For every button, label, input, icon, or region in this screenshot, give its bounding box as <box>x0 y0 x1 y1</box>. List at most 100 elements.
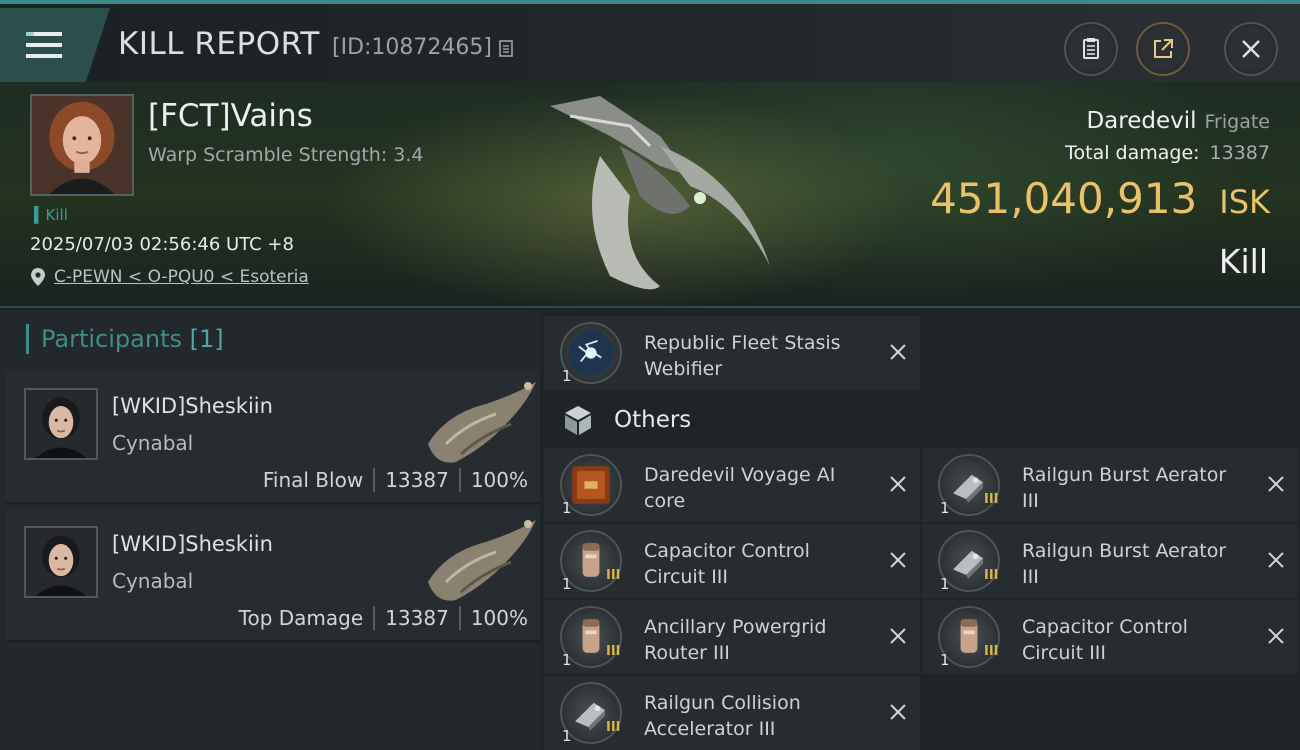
kill-tag-label: Kill <box>45 206 68 224</box>
item-name: Railgun Collision Accelerator III <box>644 692 801 740</box>
destroyed-icon <box>890 704 906 720</box>
total-damage-label: Total damage: <box>1065 142 1200 164</box>
divider <box>458 468 461 492</box>
meta-level-badge: III <box>984 492 999 507</box>
item-row[interactable]: 1 III Railgun Collision Accelerator III <box>544 676 920 750</box>
kill-timestamp: 2025/07/03 02:56:46 UTC +8 <box>30 234 294 255</box>
participants-header: Participants [1] <box>26 324 224 354</box>
participant-row[interactable]: [WKID]Sheskiin Cynabal Top Damage 13387 … <box>6 508 540 642</box>
participant-ship: Cynabal <box>112 431 194 455</box>
isk-unit: ISK <box>1219 183 1270 221</box>
ship-name[interactable]: Daredevil <box>1086 108 1196 134</box>
participant-role: Final Blow <box>262 468 364 492</box>
meta-level-badge: III <box>606 720 621 735</box>
participant-stats: Top Damage 13387 100% <box>239 606 528 630</box>
participant-percent: 100% <box>470 606 528 630</box>
item-quantity: 1 <box>562 727 572 745</box>
destroyed-icon <box>1268 628 1284 644</box>
item-row[interactable]: 1 Daredevil Voyage AI core <box>544 448 920 522</box>
warp-scramble-strength: Warp Scramble Strength: 3.4 <box>148 144 424 166</box>
item-row[interactable]: 1 III Railgun Burst Aerator III <box>922 524 1298 598</box>
item-row[interactable]: 1 III Capacitor Control Circuit III <box>544 524 920 598</box>
participant-name[interactable]: [WKID]Sheskiin <box>112 532 273 556</box>
total-damage-value: 13387 <box>1209 142 1270 164</box>
item-name: Railgun Burst Aerator III <box>1022 540 1227 588</box>
item-row[interactable]: 1 III Capacitor Control Circuit III <box>922 600 1298 674</box>
others-label: Others <box>614 407 692 433</box>
top-bar: KILL REPORT [ID:10872465] <box>0 0 1300 82</box>
item-name: Daredevil Voyage AI core <box>644 464 836 512</box>
share-button[interactable] <box>1136 22 1190 76</box>
participant-name[interactable]: [WKID]Sheskiin <box>112 394 273 418</box>
ship-info: Daredevil Frigate <box>1086 108 1270 134</box>
participants-count: [1] <box>189 325 224 353</box>
item-row[interactable]: 1 Republic Fleet Stasis Webifier <box>544 316 920 390</box>
total-damage: Total damage: 13387 <box>1065 142 1270 164</box>
location-text: C-PEWN < O-PQU0 < Esoteria <box>54 267 309 287</box>
copy-icon[interactable] <box>496 38 516 58</box>
participant-portrait <box>26 528 96 596</box>
participant-ship: Cynabal <box>112 569 194 593</box>
destroyed-icon <box>1268 476 1284 492</box>
destroyed-icon <box>890 552 906 568</box>
participant-damage: 13387 <box>385 468 449 492</box>
item-name: Railgun Burst Aerator III <box>1022 464 1227 512</box>
participant-avatar <box>24 526 98 598</box>
meta-level-badge: III <box>984 568 999 583</box>
meta-level-badge: III <box>606 644 621 659</box>
item-quantity: 1 <box>562 651 572 669</box>
participant-stats: Final Blow 13387 100% <box>263 468 528 492</box>
result-label: Kill <box>1218 242 1268 281</box>
item-quantity: 1 <box>562 575 572 593</box>
hamburger-icon <box>26 32 62 58</box>
participant-role: Top Damage <box>238 606 364 630</box>
participant-avatar <box>24 388 98 460</box>
others-header: Others <box>560 402 691 438</box>
meta-level-badge: III <box>606 568 621 583</box>
item-quantity: 1 <box>562 367 572 385</box>
item-quantity: 1 <box>940 575 950 593</box>
participants-label: Participants <box>41 325 182 353</box>
isk-value-line: 451,040,913 ISK <box>930 174 1270 223</box>
item-quantity: 1 <box>562 499 572 517</box>
report-id-text: [ID:10872465] <box>332 35 492 60</box>
item-name: Capacitor Control Circuit III <box>1022 616 1188 664</box>
item-row[interactable]: 1 III Ancillary Powergrid Router III <box>544 600 920 674</box>
item-quantity: 1 <box>940 499 950 517</box>
participant-percent: 100% <box>470 468 528 492</box>
participant-row[interactable]: [WKID]Sheskiin Cynabal Final Blow 13387 … <box>6 370 540 504</box>
close-button[interactable] <box>1224 22 1278 76</box>
page-title: KILL REPORT <box>118 26 320 62</box>
item-quantity: 1 <box>940 651 950 669</box>
cube-icon <box>565 406 591 435</box>
destroyed-icon <box>890 628 906 644</box>
victim-name[interactable]: [FCT]Vains <box>148 98 313 134</box>
participants-panel: Participants [1] [WKID]Sheskiin Cynabal … <box>0 310 540 750</box>
clipboard-icon <box>1083 38 1099 59</box>
item-name: Ancillary Powergrid Router III <box>644 616 827 664</box>
item-name: Republic Fleet Stasis Webifier <box>644 332 841 380</box>
location-link[interactable]: C-PEWN < O-PQU0 < Esoteria <box>30 267 309 287</box>
participant-ship-image[interactable] <box>416 512 541 608</box>
ship-class: Frigate <box>1204 111 1270 133</box>
menu-button[interactable] <box>0 8 110 82</box>
share-icon <box>1154 39 1173 58</box>
destroyed-icon <box>890 344 906 360</box>
participant-damage: 13387 <box>385 606 449 630</box>
meta-level-badge: III <box>984 644 999 659</box>
divider <box>373 606 376 630</box>
isk-value: 451,040,913 <box>930 174 1198 223</box>
item-row[interactable]: 1 III Railgun Burst Aerator III <box>922 448 1298 522</box>
close-icon <box>1242 40 1260 58</box>
victim-ship-image[interactable] <box>540 86 780 300</box>
participant-ship-image[interactable] <box>416 374 541 470</box>
destroyed-icon <box>890 476 906 492</box>
item-name: Capacitor Control Circuit III <box>644 540 810 588</box>
victim-portrait[interactable] <box>30 94 134 196</box>
kill-tag: ▍Kill <box>34 206 68 224</box>
location-pin-icon <box>31 268 45 286</box>
victim-avatar <box>32 96 132 194</box>
participant-portrait <box>26 390 96 458</box>
divider <box>458 606 461 630</box>
clipboard-button[interactable] <box>1064 22 1118 76</box>
